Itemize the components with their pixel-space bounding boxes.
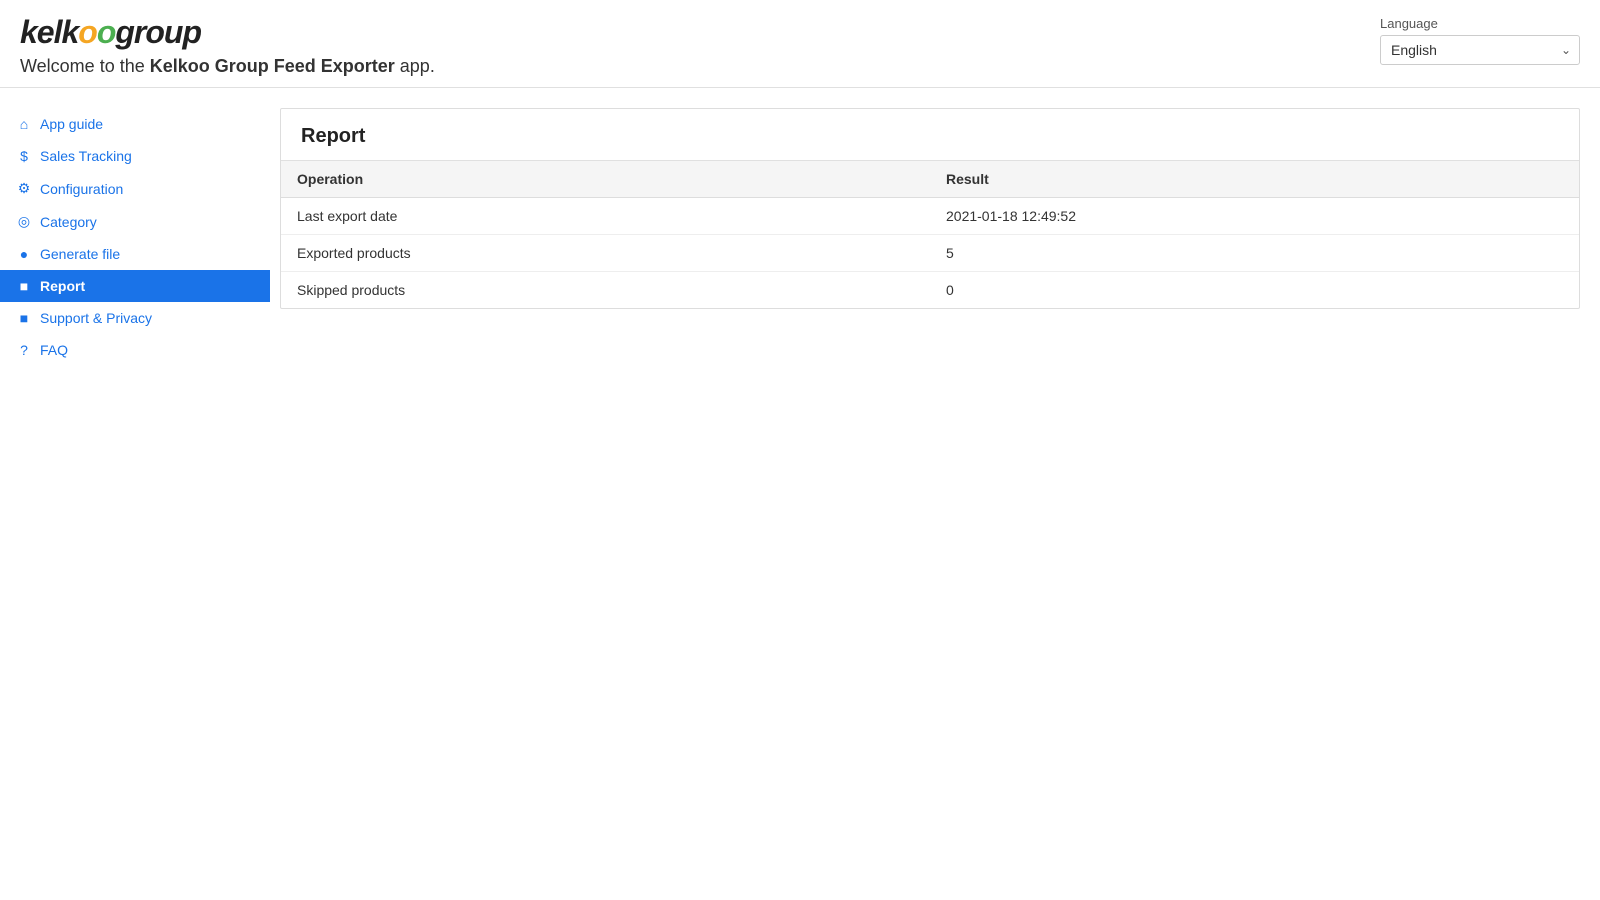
welcome-bold: Kelkoo Group Feed Exporter xyxy=(150,56,395,76)
question-icon: ? xyxy=(16,342,32,358)
sidebar-item-label: Generate file xyxy=(40,246,120,262)
content-area: Report Operation Result Last export date… xyxy=(270,98,1600,376)
gear-icon: ⚙ xyxy=(16,180,32,197)
table-row: Exported products5 xyxy=(281,235,1579,272)
table-row: Skipped products0 xyxy=(281,272,1579,309)
circle-icon: ◎ xyxy=(16,213,32,230)
sidebar-item-label: Configuration xyxy=(40,181,123,197)
dollar-icon: $ xyxy=(16,148,32,164)
sidebar-item-sales-tracking[interactable]: $ Sales Tracking xyxy=(0,140,270,172)
sidebar-item-label: Category xyxy=(40,214,97,230)
chevron-down-icon: ⌄ xyxy=(1553,43,1579,57)
dot-icon: ● xyxy=(16,246,32,262)
logo-part1: kelk xyxy=(20,14,78,50)
sidebar-item-faq[interactable]: ? FAQ xyxy=(0,334,270,366)
sidebar-item-support-privacy[interactable]: ■ Support & Privacy xyxy=(0,302,270,334)
welcome-suffix: app. xyxy=(395,56,435,76)
welcome-prefix: Welcome to the xyxy=(20,56,150,76)
sidebar-item-label: Support & Privacy xyxy=(40,310,152,326)
col-header-result: Result xyxy=(930,161,1579,198)
main-layout: ⌂ App guide $ Sales Tracking ⚙ Configura… xyxy=(0,88,1600,376)
logo-o2: o xyxy=(97,14,116,50)
language-area: Language English French German Spanish ⌄ xyxy=(1380,16,1580,65)
report-panel: Report Operation Result Last export date… xyxy=(280,108,1580,309)
language-select[interactable]: English French German Spanish xyxy=(1381,36,1553,64)
sidebar-item-category[interactable]: ◎ Category xyxy=(0,205,270,238)
logo: kelkoogroup xyxy=(20,16,435,48)
report-title: Report xyxy=(281,109,1579,161)
sidebar-item-generate-file[interactable]: ● Generate file xyxy=(0,238,270,270)
language-select-wrapper[interactable]: English French German Spanish ⌄ xyxy=(1380,35,1580,65)
table-row: Last export date2021-01-18 12:49:52 xyxy=(281,198,1579,235)
top-bar: kelkoogroup Welcome to the Kelkoo Group … xyxy=(0,0,1600,88)
language-label: Language xyxy=(1380,16,1438,31)
cell-operation: Exported products xyxy=(281,235,930,272)
sidebar-item-label: Report xyxy=(40,278,85,294)
sidebar-item-label: FAQ xyxy=(40,342,68,358)
cell-operation: Last export date xyxy=(281,198,930,235)
table-header-row: Operation Result xyxy=(281,161,1579,198)
sidebar-item-label: App guide xyxy=(40,116,103,132)
home-icon: ⌂ xyxy=(16,116,32,132)
col-header-operation: Operation xyxy=(281,161,930,198)
cell-result: 2021-01-18 12:49:52 xyxy=(930,198,1579,235)
cell-result: 5 xyxy=(930,235,1579,272)
sidebar-item-configuration[interactable]: ⚙ Configuration xyxy=(0,172,270,205)
shield-icon: ■ xyxy=(16,310,32,326)
logo-area: kelkoogroup Welcome to the Kelkoo Group … xyxy=(20,16,435,77)
cell-result: 0 xyxy=(930,272,1579,309)
cell-operation: Skipped products xyxy=(281,272,930,309)
sidebar-item-label: Sales Tracking xyxy=(40,148,132,164)
logo-o1: o xyxy=(78,14,97,50)
logo-part2: group xyxy=(115,14,201,50)
sidebar-item-report[interactable]: ■ Report xyxy=(0,270,270,302)
report-icon: ■ xyxy=(16,278,32,294)
report-table: Operation Result Last export date2021-01… xyxy=(281,161,1579,308)
sidebar: ⌂ App guide $ Sales Tracking ⚙ Configura… xyxy=(0,98,270,376)
welcome-text: Welcome to the Kelkoo Group Feed Exporte… xyxy=(20,56,435,77)
sidebar-item-app-guide[interactable]: ⌂ App guide xyxy=(0,108,270,140)
